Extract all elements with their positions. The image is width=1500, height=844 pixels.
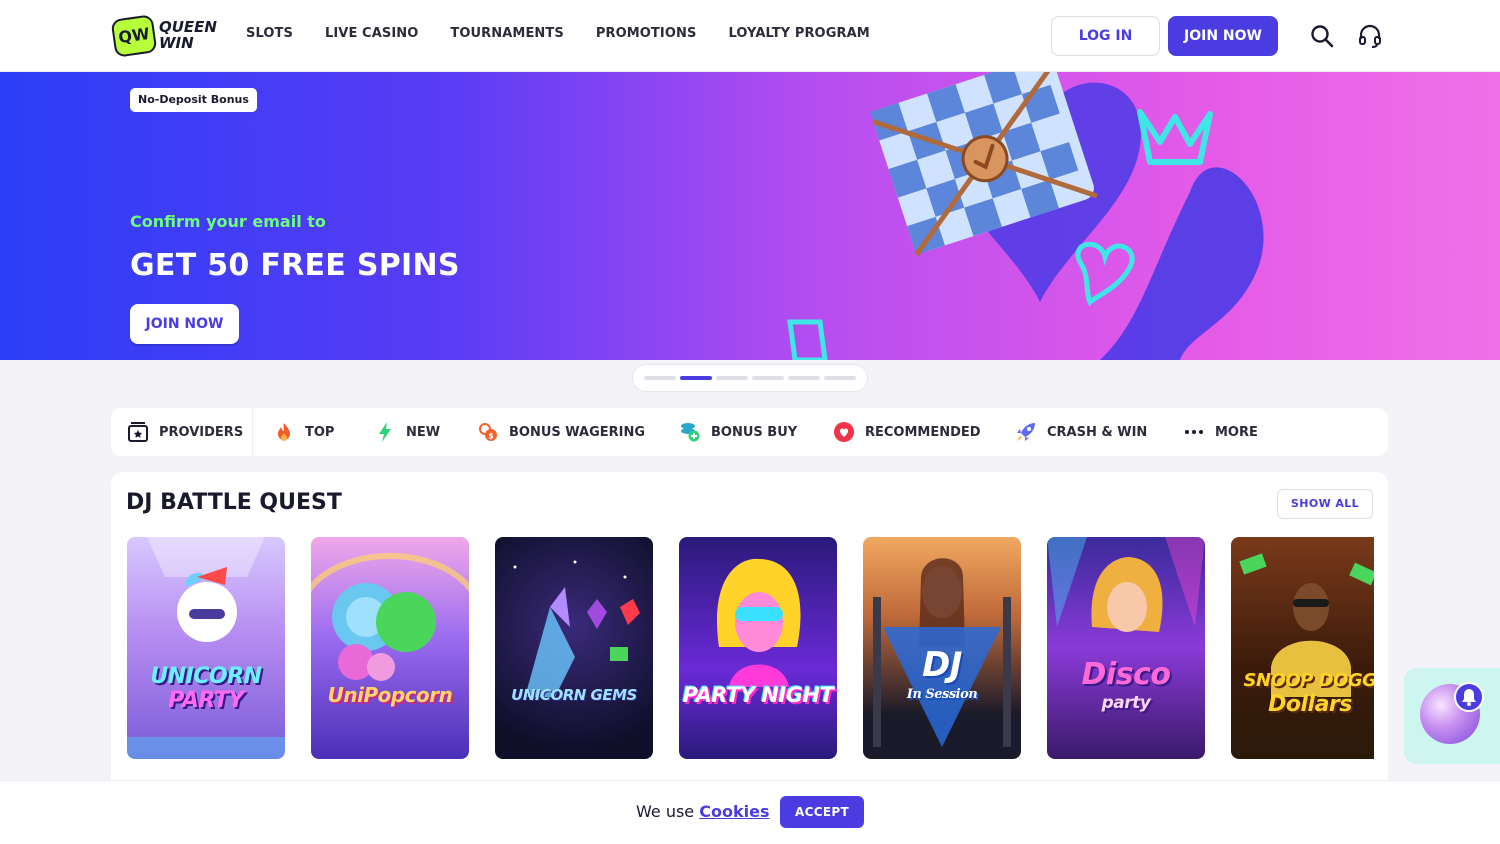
category-providers-label: PROVIDERS [159,424,244,440]
section-title: DJ BATTLE QUEST [126,490,342,515]
unicorn-party-art [127,537,285,759]
game-row: UNICORN PARTY UniPopcorn UNICORN GEMS PA… [127,537,1374,759]
category-new[interactable]: NEW [374,408,440,456]
show-all-button[interactable]: SHOW ALL [1277,489,1373,519]
heart-badge-icon [834,422,854,442]
game-card-disco-party[interactable]: Disco party [1047,537,1205,759]
game-card-snoop-dogg-dollars[interactable]: SNOOP DOGG Dollars [1231,537,1374,759]
nav-promotions[interactable]: PROMOTIONS [596,26,697,41]
logo-line2: WIN [159,34,194,52]
game-card-party-night[interactable]: PARTY NIGHT [679,537,837,759]
category-crash-win[interactable]: CRASH & WIN [1015,408,1147,456]
game-title: PARTY NIGHT [682,683,834,707]
game-title: Disco party [1081,657,1171,714]
site-header: QW QUEEN WIN SLOTS LIVE CASINO TOURNAMEN… [0,0,1500,72]
slide-dot-2[interactable] [680,376,712,380]
game-card-dj-in-session[interactable]: DJ In Session [863,537,1021,759]
category-top[interactable]: TOP [273,408,334,456]
dj-battle-quest-section: DJ BATTLE QUEST SHOW ALL UNICORN PARTY U… [111,472,1388,782]
snoop-dogg-dollars-art [1239,553,1374,697]
game-title: SNOOP DOGG Dollars [1243,670,1374,717]
nav-loyalty-program[interactable]: LOYALTY PROGRAM [728,26,869,41]
queen-win-logo[interactable]: QW QUEEN WIN [110,14,223,58]
slide-dot-1[interactable] [644,376,676,380]
category-more[interactable]: MORE [1183,408,1258,456]
logo-line1: QUEEN [159,18,217,36]
banner-title: GET 50 FREE SPINS [130,248,460,283]
game-card-unicorn-gems[interactable]: UNICORN GEMS [495,537,653,759]
category-providers[interactable]: PROVIDERS [127,408,243,456]
disco-party-art [1047,537,1205,632]
slide-dot-4[interactable] [752,376,784,380]
coins-plus-icon [681,423,700,442]
cookie-text: We use [636,802,695,821]
category-divider [252,408,253,456]
category-new-label: NEW [406,424,441,440]
main-nav: SLOTS LIVE CASINO TOURNAMENTS PROMOTIONS… [246,26,870,41]
nav-tournaments[interactable]: TOURNAMENTS [450,26,563,41]
game-card-unicorn-party[interactable]: UNICORN PARTY [127,537,285,759]
party-night-art [717,558,801,687]
category-bonus-wagering[interactable]: $ BONUS WAGERING [477,408,645,456]
svg-text:$: $ [488,432,494,441]
category-bonus-buy[interactable]: BONUS BUY [679,408,797,456]
cookie-bar: We use Cookies ACCEPT [0,780,1500,844]
join-now-button[interactable]: JOIN NOW [1168,16,1278,56]
fire-icon [278,423,290,441]
game-card-unipopcorn[interactable]: UniPopcorn [311,537,469,759]
providers-icon [128,422,148,442]
cookies-link[interactable]: Cookies [699,802,769,821]
unipopcorn-art [311,552,469,681]
category-recommended[interactable]: RECOMMENDED [833,408,981,456]
lightning-icon [379,422,391,442]
accept-cookies-button[interactable]: ACCEPT [780,796,864,828]
cookie-message: We use Cookies [636,802,769,821]
rocket-icon [1017,423,1035,441]
category-bonus-buy-label: BONUS BUY [711,424,798,440]
no-deposit-badge: No-Deposit Bonus [130,88,257,112]
nav-live-casino[interactable]: LIVE CASINO [325,26,418,41]
category-more-label: MORE [1215,424,1258,440]
search-icon[interactable] [1308,22,1336,50]
category-bar: PROVIDERS TOP NEW $ BONUS WAGERING BONUS… [111,408,1388,456]
slide-dot-6[interactable] [824,376,856,380]
category-top-label: TOP [305,424,335,440]
banner-subtitle: Confirm your email to [130,212,326,231]
dots-icon [1185,430,1203,434]
game-title: UniPopcorn [327,683,453,707]
login-button[interactable]: LOG IN [1051,16,1160,56]
headset-icon[interactable] [1356,22,1384,50]
slide-dot-3[interactable] [716,376,748,380]
category-bonus-wagering-label: BONUS WAGERING [509,424,646,440]
logo-mark: QW [110,14,158,58]
notification-bell-icon[interactable] [1454,682,1484,712]
banner-join-button[interactable]: JOIN NOW [130,304,239,344]
category-recommended-label: RECOMMENDED [865,424,981,440]
game-title: UNICORN PARTY [150,664,262,713]
envelope-illustration [787,72,1264,360]
logo-wordmark: QUEEN WIN [159,19,217,51]
game-title: UNICORN GEMS [511,686,637,704]
unicorn-gems-art [513,560,640,697]
slide-dot-5[interactable] [788,376,820,380]
promo-banner[interactable]: No-Deposit Bonus Confirm your email to G… [0,72,1500,360]
chat-widget[interactable] [1404,668,1500,764]
category-crash-win-label: CRASH & WIN [1047,424,1148,440]
game-title: DJ In Session [906,645,978,702]
coin-exchange-icon: $ [479,423,497,441]
banner-pagination [632,364,868,392]
nav-slots[interactable]: SLOTS [246,26,293,41]
